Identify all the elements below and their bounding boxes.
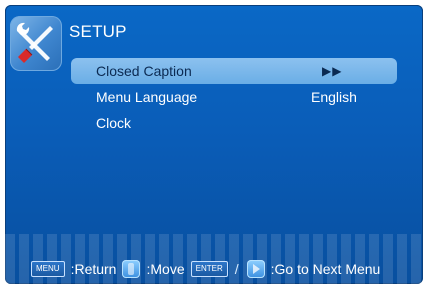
menu-item-clock[interactable]: Clock (71, 110, 397, 136)
page-title: SETUP (69, 22, 127, 41)
separator-slash: / (234, 261, 239, 277)
next-menu-hint: :Go to Next Menu (270, 261, 381, 277)
setup-menu: Closed Caption ▶▶ Menu Language English … (71, 58, 397, 136)
menu-item-closed-caption[interactable]: Closed Caption ▶▶ (71, 58, 397, 84)
enter-key: ENTER (190, 261, 228, 277)
setup-screen: SETUP Closed Caption ▶▶ Menu Language En… (5, 5, 423, 284)
menu-item-label: Clock (96, 115, 132, 131)
setup-icon-tile (10, 16, 62, 71)
menu-item-menu-language[interactable]: Menu Language English (71, 84, 397, 110)
menu-item-label: Closed Caption (96, 63, 192, 79)
return-hint: :Return (70, 261, 117, 277)
move-hint: :Move (146, 261, 185, 277)
submenu-arrow-icon: ▶▶ (322, 64, 343, 78)
next-arrow-icon (246, 260, 265, 278)
help-legend: MENU :Return :Move ENTER / :Go to Next M… (5, 258, 423, 280)
wrench-screwdriver-icon (16, 22, 53, 63)
menu-key: MENU (31, 261, 65, 277)
menu-item-label: Menu Language (96, 89, 198, 105)
move-icon (122, 260, 141, 278)
menu-item-value: English (311, 89, 357, 105)
